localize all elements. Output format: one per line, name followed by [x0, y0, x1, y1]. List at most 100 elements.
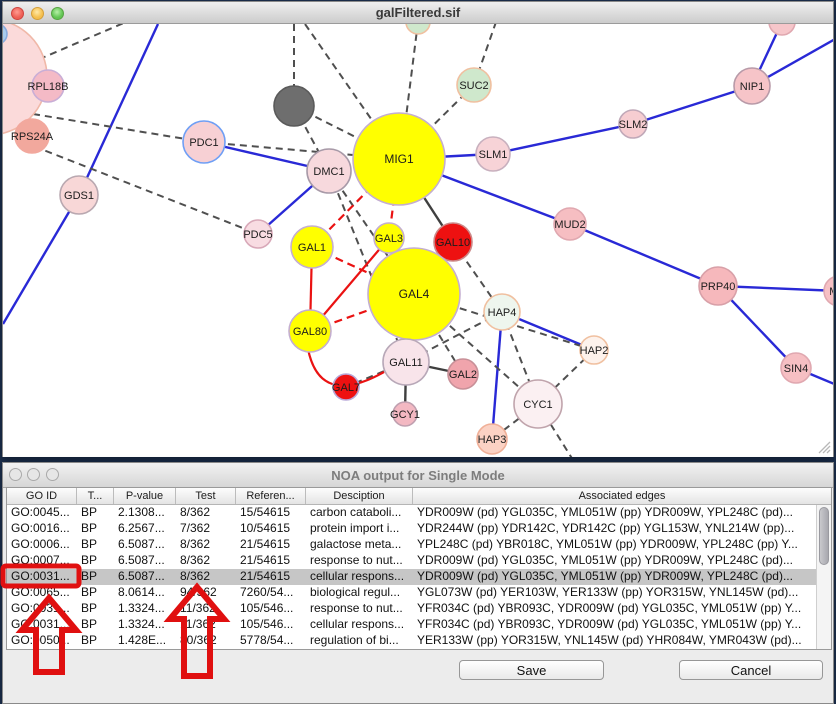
table-cell: GO:0031... — [7, 601, 77, 617]
node-label: GAL4 — [399, 287, 430, 301]
node-label: HAP4 — [488, 307, 517, 319]
node-label: GCY1 — [390, 409, 420, 421]
table-scrollbar[interactable] — [816, 505, 831, 649]
column-header[interactable]: Associated edges — [413, 488, 831, 504]
save-button[interactable]: Save — [459, 660, 604, 680]
node-unlabeled[interactable] — [406, 24, 430, 34]
table-cell: 1.428E... — [114, 633, 176, 649]
table-cell: 1.3324... — [114, 601, 176, 617]
table-cell: YDR009W (pd) YGL035C, YML051W (pp) YDR00… — [413, 569, 831, 585]
table-cell: 8/362 — [176, 505, 236, 521]
table-cell: 10/54615 — [236, 521, 306, 537]
noa-titlebar[interactable]: NOA output for Single Mode — [3, 463, 833, 488]
table-cell: carbon cataboli... — [306, 505, 413, 521]
table-cell: 105/546... — [236, 617, 306, 633]
table-cell: 8/362 — [176, 537, 236, 553]
table-cell: 94/362 — [176, 585, 236, 601]
table-cell: GO:0031... — [7, 569, 77, 585]
table-cell: 7260/54... — [236, 585, 306, 601]
table-cell: 80/362 — [176, 633, 236, 649]
table-cell: YPL248C (pd) YBR018C, YML051W (pp) YDR00… — [413, 537, 831, 553]
network-edge — [33, 114, 204, 142]
node-label: SLM2 — [619, 119, 648, 131]
table-cell: BP — [77, 553, 114, 569]
node-label: MSI — [829, 286, 833, 298]
table-cell: YGL073W (pd) YER103W, YER133W (pp) YOR31… — [413, 585, 831, 601]
network-titlebar[interactable]: galFiltered.sif — [3, 2, 833, 24]
table-cell: 15/54615 — [236, 505, 306, 521]
network-edge — [492, 312, 502, 439]
table-cell: cellular respons... — [306, 617, 413, 633]
table-cell: 8/362 — [176, 569, 236, 585]
scrollbar-thumb[interactable] — [819, 507, 829, 565]
table-row[interactable]: GO:0007...BP6.5087...8/36221/54615respon… — [7, 553, 831, 569]
table-cell: biological regul... — [306, 585, 413, 601]
table-cell: GO:0006... — [7, 537, 77, 553]
column-header[interactable]: Desciption — [306, 488, 413, 504]
table-cell: 2.1308... — [114, 505, 176, 521]
table-cell: 21/54615 — [236, 553, 306, 569]
noa-window-title: NOA output for Single Mode — [3, 468, 833, 483]
table-cell: 6.2567... — [114, 521, 176, 537]
column-header[interactable]: T... — [77, 488, 114, 504]
network-window-title: galFiltered.sif — [3, 5, 833, 20]
table-cell: 6.5087... — [114, 537, 176, 553]
node-label: RPL18B — [28, 81, 69, 93]
node-label: MIG1 — [384, 152, 414, 166]
node-label: GAL1 — [298, 242, 326, 254]
table-cell: GO:0045... — [7, 505, 77, 521]
noa-table-header: GO IDT...P-valueTestReferen...Desciption… — [7, 488, 831, 505]
table-row[interactable]: GO:0045...BP2.1308...8/36215/54615carbon… — [7, 505, 831, 521]
node-unlabeled[interactable] — [769, 24, 795, 35]
table-cell: BP — [77, 569, 114, 585]
table-cell: YFR034C (pd) YBR093C, YDR009W (pd) YGL03… — [413, 601, 831, 617]
resize-grip[interactable] — [818, 441, 831, 454]
table-cell: GO:0050... — [7, 633, 77, 649]
table-cell: 11/362 — [176, 617, 236, 633]
table-row[interactable]: GO:0065...BP8.0614...94/3627260/54...bio… — [7, 585, 831, 601]
node-label: MUD2 — [554, 219, 585, 231]
table-cell: 6.5087... — [114, 569, 176, 585]
noa-table-body: GO:0045...BP2.1308...8/36215/54615carbon… — [7, 505, 831, 649]
table-cell: cellular respons... — [306, 569, 413, 585]
column-header[interactable]: Test — [176, 488, 236, 504]
table-cell: BP — [77, 633, 114, 649]
table-cell: YDR009W (pd) YGL035C, YML051W (pp) YDR00… — [413, 553, 831, 569]
cancel-button[interactable]: Cancel — [679, 660, 823, 680]
node-label: GAL7 — [332, 382, 360, 394]
table-row[interactable]: GO:0031...BP1.3324...11/362105/546...res… — [7, 601, 831, 617]
table-row[interactable]: GO:0016...BP6.2567...7/36210/54615protei… — [7, 521, 831, 537]
node-label: GAL3 — [375, 233, 403, 245]
table-cell: 5778/54... — [236, 633, 306, 649]
table-cell: 8.0614... — [114, 585, 176, 601]
table-cell: galactose meta... — [306, 537, 413, 553]
node-label: PRP40 — [701, 281, 736, 293]
node-unlabeled[interactable] — [274, 86, 314, 126]
table-cell: 11/362 — [176, 601, 236, 617]
column-header[interactable]: GO ID — [7, 488, 77, 504]
table-row[interactable]: GO:0050...BP1.428E...80/3625778/54...reg… — [7, 633, 831, 649]
table-cell: GO:0016... — [7, 521, 77, 537]
table-cell: 105/546... — [236, 601, 306, 617]
network-edge — [23, 142, 258, 234]
network-edge — [570, 224, 718, 286]
table-row[interactable]: GO:0031...BP1.3324...11/362105/546...cel… — [7, 617, 831, 633]
node-label: SIN4 — [784, 363, 808, 375]
table-cell: GO:0007... — [7, 553, 77, 569]
network-edge — [3, 195, 79, 324]
table-cell: 7/362 — [176, 521, 236, 537]
table-cell: 21/54615 — [236, 569, 306, 585]
node-label: CYC1 — [523, 399, 552, 411]
table-cell: YER133W (pp) YOR315W, YNL145W (pd) YHR08… — [413, 633, 831, 649]
table-cell: GO:0065... — [7, 585, 77, 601]
network-canvas[interactable]: RPL18BRPS24AGDS1PDC1PDC5DMC1SUC2MIG1SLM1… — [3, 24, 833, 457]
table-row[interactable]: GO:0006...BP6.5087...8/36221/54615galact… — [7, 537, 831, 553]
node-label: SUC2 — [459, 80, 488, 92]
table-cell: YDR244W (pp) YDR142C, YDR142C (pp) YGL15… — [413, 521, 831, 537]
column-header[interactable]: P-value — [114, 488, 176, 504]
table-row[interactable]: GO:0031...BP6.5087...8/36221/54615cellul… — [7, 569, 831, 585]
table-cell: BP — [77, 505, 114, 521]
noa-window: NOA output for Single Mode GO IDT...P-va… — [2, 462, 834, 704]
node-label: SLM1 — [479, 149, 508, 161]
column-header[interactable]: Referen... — [236, 488, 306, 504]
